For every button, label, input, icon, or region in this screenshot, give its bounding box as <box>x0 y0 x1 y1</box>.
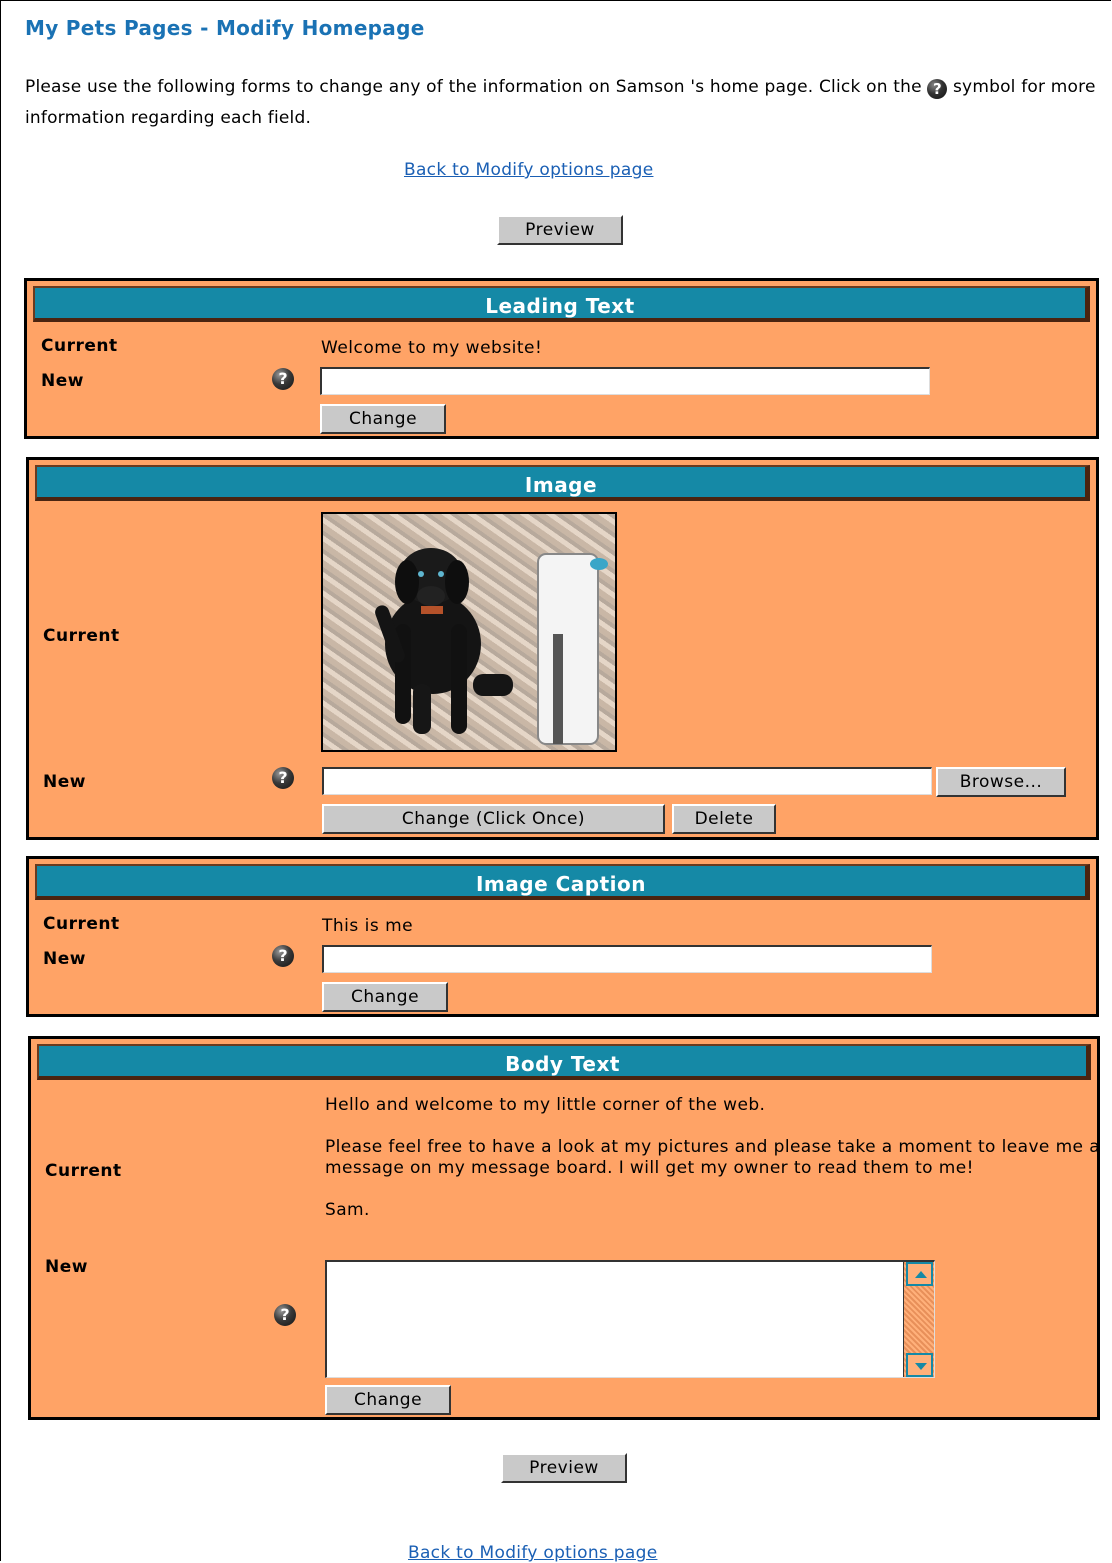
image-caption-new-label: New <box>43 949 86 969</box>
body-text-paragraph: Please feel free to have a look at my pi… <box>325 1137 1101 1178</box>
body-text-change-button[interactable]: Change <box>325 1385 451 1415</box>
preview-button-top[interactable]: Preview <box>497 215 623 245</box>
leading-text-new-label: New <box>41 371 84 391</box>
image-caption-current-value: This is me <box>322 916 414 936</box>
body-text-panel: Body Text Hello and welcome to my little… <box>28 1036 1100 1420</box>
scroll-down-button[interactable] <box>906 1353 933 1377</box>
arrow-up-icon <box>915 1271 927 1278</box>
back-to-modify-options-link-top[interactable]: Back to Modify options page <box>404 160 653 180</box>
leading-text-heading: Leading Text <box>33 286 1090 322</box>
pet-photo <box>321 512 617 752</box>
body-text-new-textarea[interactable] <box>325 1260 935 1378</box>
body-text-current-value: Hello and welcome to my little corner of… <box>325 1095 1105 1242</box>
dog-illustration <box>375 548 608 745</box>
textarea-scrollbar[interactable] <box>903 1262 934 1377</box>
intro-text-part1: Please use the following forms to change… <box>25 77 922 97</box>
image-caption-help-icon[interactable]: ? <box>272 945 294 967</box>
leading-text-change-button[interactable]: Change <box>320 404 446 434</box>
back-to-modify-options-link-bottom[interactable]: Back to Modify options page <box>408 1543 657 1563</box>
image-caption-change-button[interactable]: Change <box>322 982 448 1012</box>
leading-text-current-value: Welcome to my website! <box>321 338 543 358</box>
intro-text: Please use the following forms to change… <box>25 72 1105 134</box>
image-caption-current-label: Current <box>43 914 120 934</box>
body-text-heading: Body Text <box>37 1044 1091 1080</box>
body-text-paragraph: Hello and welcome to my little corner of… <box>325 1095 766 1115</box>
image-file-input[interactable] <box>322 767 932 795</box>
body-text-current-label: Current <box>45 1161 122 1181</box>
image-caption-new-input[interactable] <box>322 945 932 973</box>
preview-button-bottom[interactable]: Preview <box>501 1453 627 1483</box>
image-delete-button[interactable]: Delete <box>672 804 776 834</box>
scroll-up-button[interactable] <box>906 1262 933 1286</box>
image-caption-heading: Image Caption <box>35 864 1090 900</box>
body-text-help-icon[interactable]: ? <box>274 1304 296 1326</box>
image-help-icon[interactable]: ? <box>272 767 294 789</box>
arrow-down-icon <box>915 1363 927 1370</box>
image-new-label: New <box>43 772 86 792</box>
image-current-label: Current <box>43 626 120 646</box>
leading-text-panel: Leading Text Current Welcome to my websi… <box>24 278 1099 439</box>
image-change-button[interactable]: Change (Click Once) <box>322 804 665 834</box>
page-title: My Pets Pages - Modify Homepage <box>25 16 425 40</box>
leading-text-new-input[interactable] <box>320 367 930 395</box>
body-text-new-label: New <box>45 1257 88 1277</box>
image-heading: Image <box>35 465 1090 501</box>
leading-text-help-icon[interactable]: ? <box>272 368 294 390</box>
browse-button[interactable]: Browse... <box>936 767 1066 797</box>
image-panel: Image Current New ? Browse... Change (Cl… <box>26 457 1099 840</box>
body-text-paragraph: Sam. <box>325 1200 370 1220</box>
image-caption-panel: Image Caption Current This is me New ? C… <box>26 856 1099 1017</box>
help-icon: ? <box>927 79 948 99</box>
leading-text-current-label: Current <box>41 336 118 356</box>
